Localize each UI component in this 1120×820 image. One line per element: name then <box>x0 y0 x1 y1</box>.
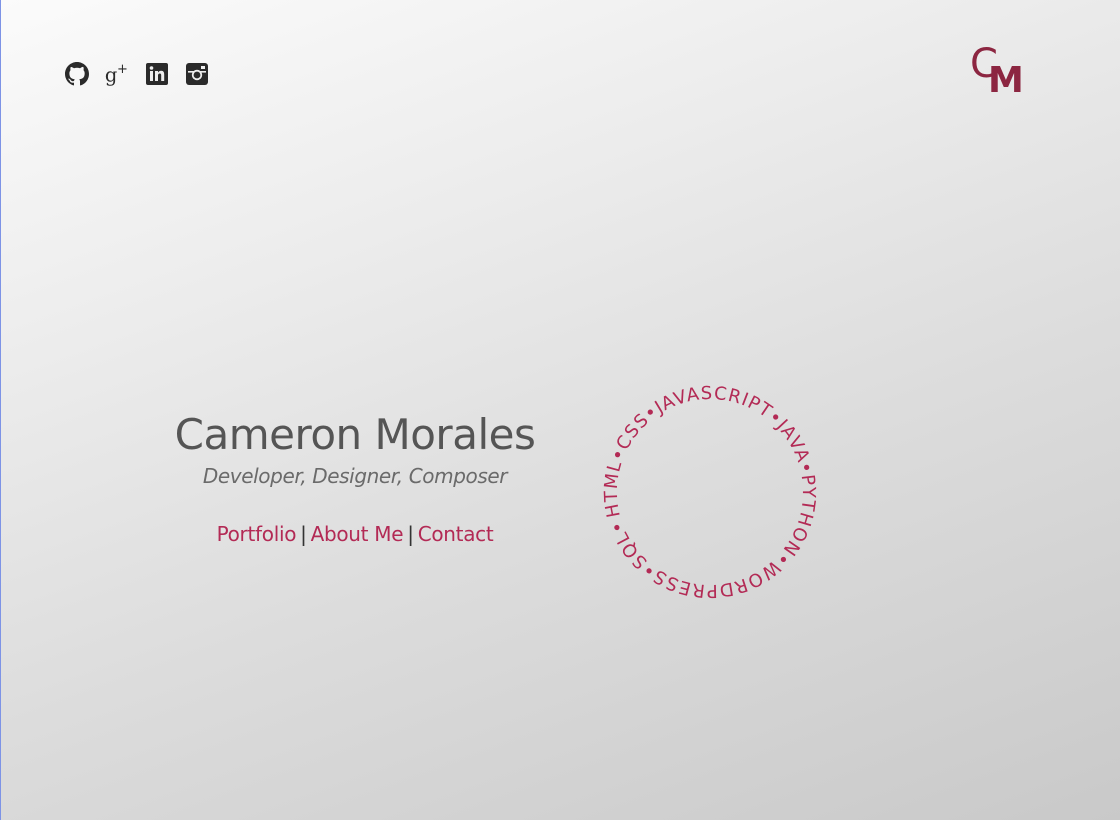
nav-separator: | <box>300 522 307 546</box>
svg-text:g: g <box>105 63 117 86</box>
nav-about-link[interactable]: About Me <box>311 522 404 546</box>
hero-section: Cameron Morales Developer, Designer, Com… <box>150 408 560 546</box>
google-plus-link[interactable]: g + <box>104 60 130 88</box>
social-links: g + <box>64 60 210 88</box>
window-edge <box>0 0 1 820</box>
linkedin-link[interactable] <box>144 60 170 88</box>
skills-ring: HTML•CSS•JAVASCRIPT•JAVA•PYTHON•WORDPRES… <box>590 372 830 612</box>
skills-ring-text: HTML•CSS•JAVASCRIPT•JAVA•PYTHON•WORDPRES… <box>590 372 830 612</box>
page-title: Cameron Morales <box>174 410 536 459</box>
skills-ring-path-text: HTML•CSS•JAVASCRIPT•JAVA•PYTHON•WORDPRES… <box>590 372 830 612</box>
main-nav: Portfolio | About Me | Contact <box>150 522 560 546</box>
tagline: Developer, Designer, Composer <box>202 464 508 488</box>
instagram-icon <box>186 63 208 85</box>
site-logo[interactable]: C M <box>970 44 1030 104</box>
svg-text:+: + <box>117 62 128 77</box>
logo-letter-m: M <box>988 60 1024 101</box>
github-link[interactable] <box>64 60 90 88</box>
instagram-link[interactable] <box>184 60 210 88</box>
github-icon <box>65 62 89 86</box>
linkedin-icon <box>146 63 168 85</box>
nav-contact-link[interactable]: Contact <box>418 522 494 546</box>
nav-portfolio-link[interactable]: Portfolio <box>217 522 297 546</box>
google-plus-icon: g + <box>105 62 128 86</box>
nav-separator: | <box>407 522 414 546</box>
